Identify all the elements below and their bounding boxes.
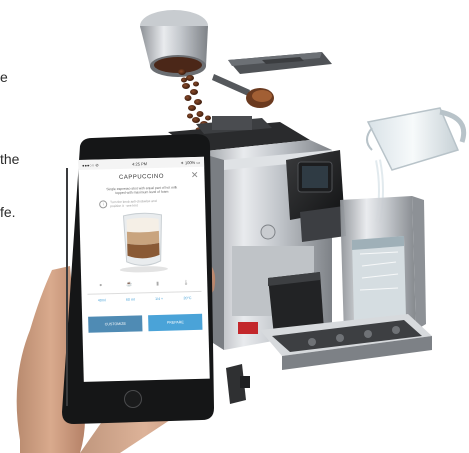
cappuccino-cup-image xyxy=(119,212,168,273)
info-icon: i xyxy=(99,200,108,209)
status-time: 4:25 PM xyxy=(132,160,148,167)
water-tank xyxy=(340,196,426,336)
customize-button[interactable]: CUSTOMIZE xyxy=(88,315,143,334)
coffee-spout-part xyxy=(226,364,250,404)
coffee-bean-icon[interactable]: ● xyxy=(99,282,102,288)
status-battery: ✶ 100% ▭ xyxy=(180,159,201,165)
product-illustration xyxy=(16,10,467,453)
parameter-value-4: 20°C xyxy=(183,296,192,301)
cup-icon[interactable]: ☕ xyxy=(126,281,132,287)
notice-line-2: position it · see hint xyxy=(110,203,138,208)
ground-coffee-scoop xyxy=(212,74,274,108)
parameter-value-1: 40ml xyxy=(97,298,106,303)
status-carrier: ●●●○○ ⊘ xyxy=(82,161,99,168)
screen-title: CAPPUCCINO xyxy=(118,173,165,181)
coffee-machine-body xyxy=(196,140,346,350)
bean-container xyxy=(140,10,208,77)
bean-hopper-lid xyxy=(228,52,332,74)
parameter-value-3: 1/4 + xyxy=(154,297,164,302)
parameter-value-2: 60 ml xyxy=(125,297,135,303)
close-icon[interactable]: ✕ xyxy=(191,170,199,181)
temperature-icon[interactable]: 🌡 xyxy=(183,280,190,286)
prepare-button[interactable]: PREPARE xyxy=(148,314,203,332)
phone-screen: ●●●○○ ⊘ 4:25 PM ✶ 100% ▭ CAPPUCCINO ✕ Si… xyxy=(78,156,210,382)
home-button[interactable] xyxy=(124,390,142,408)
milk-icon[interactable]: ▮ xyxy=(156,281,159,287)
